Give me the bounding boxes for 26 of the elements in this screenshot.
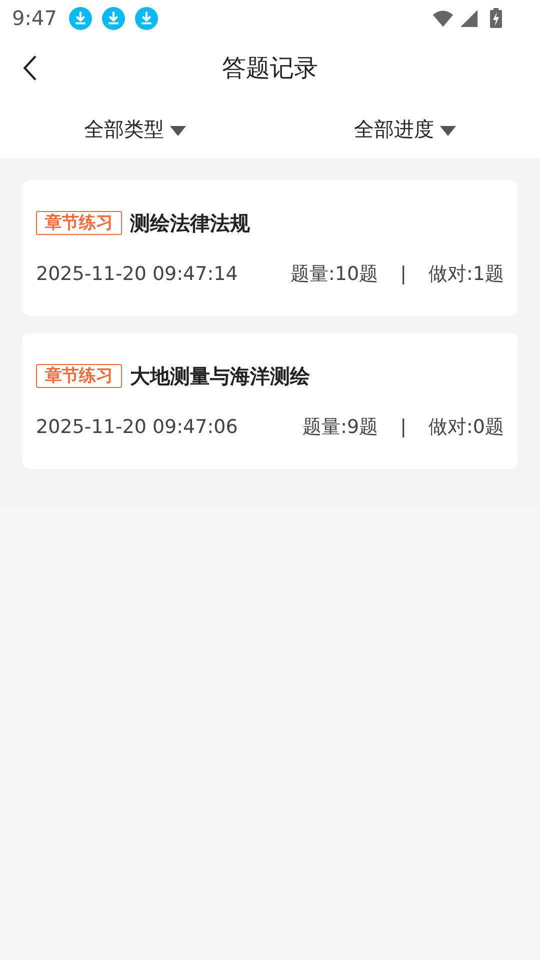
signal-icon <box>458 8 480 28</box>
wifi-icon <box>432 8 454 28</box>
separator: | <box>400 416 406 438</box>
caret-icon <box>170 126 186 136</box>
battery-icon <box>490 8 502 28</box>
question-count: 题量:9题 <box>302 414 378 440</box>
record-title: 大地测量与海洋测绘 <box>130 362 310 390</box>
record-title: 测绘法律法规 <box>130 210 250 236</box>
correct-count: 做对:0题 <box>428 414 504 440</box>
record-card[interactable]: 章节练习 大地测量与海洋测绘 2025-11-20 09:47:06 题量:9题 | 做对:0题 <box>22 333 518 469</box>
download-icon <box>68 6 92 30</box>
download-icon <box>102 6 125 30</box>
page-title: 答题记录 <box>222 53 318 84</box>
correct-count: 做对:1题 <box>428 262 504 286</box>
record-time: 2025-11-20 09:47:06 <box>36 416 238 438</box>
record-time: 2025-11-20 09:47:14 <box>36 262 238 284</box>
category-tag: 章节练习 <box>36 364 122 388</box>
question-count: 题量:10题 <box>290 262 378 286</box>
separator: | <box>400 262 406 284</box>
record-card[interactable]: 章节练习 测绘法律法规 2025-11-20 09:47:14 题量:10题 | 做对:1题 <box>22 180 518 316</box>
filter-dropdown[interactable]: 全部进度 <box>270 100 540 158</box>
status-time: 9:47 <box>12 6 57 30</box>
caret-icon <box>440 126 456 136</box>
download-icon <box>134 6 158 30</box>
category-tag: 章节练习 <box>36 211 122 235</box>
filter-dropdown[interactable]: 全部类型 <box>0 100 270 158</box>
